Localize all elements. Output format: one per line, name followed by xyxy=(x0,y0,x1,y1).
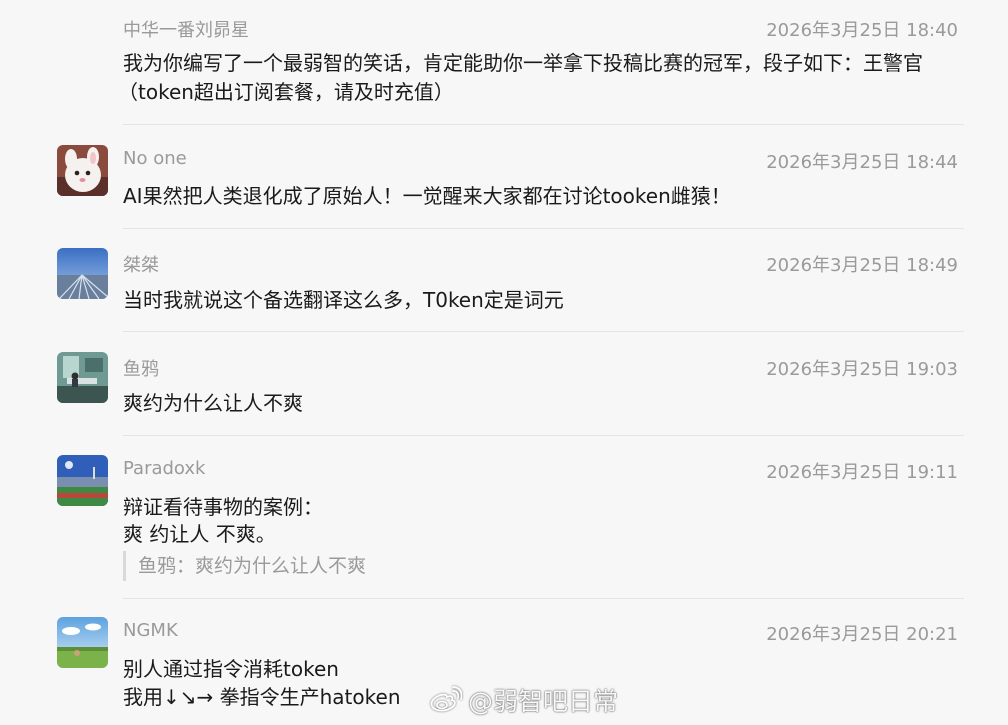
comment-text: AI果然把人类退化成了原始人！一觉醒来大家都在讨论tooken雌猿！ xyxy=(123,184,731,208)
comment-text: 爽约为什么让人不爽 xyxy=(123,391,303,415)
divider xyxy=(123,331,964,332)
avatar[interactable] xyxy=(57,352,108,403)
comment-text: 我用↓↘→ 拳指令生产hatoken xyxy=(123,685,401,709)
quoted-reply[interactable]: 鱼鸦：爽约为什么让人不爽 xyxy=(123,551,366,581)
avatar[interactable] xyxy=(57,617,108,668)
comment-text: 爽 约让人 不爽。 xyxy=(123,522,276,546)
avatar[interactable] xyxy=(57,455,108,506)
comment-text: （token超出订阅套餐，请及时充值） xyxy=(118,80,454,104)
comment-time: 2026年3月25日 18:49 xyxy=(766,255,958,276)
comment-author[interactable]: NGMK xyxy=(123,620,178,641)
comment-time: 2026年3月25日 20:21 xyxy=(766,624,958,645)
room-scene-avatar xyxy=(57,352,108,403)
meadow-avatar xyxy=(57,617,108,668)
divider xyxy=(123,228,964,229)
watermark: @弱智吧日常 xyxy=(428,683,618,717)
comment-text: 我为你编写了一个最弱智的笑话，肯定能助你一举拿下投稿比赛的冠军，段子如下：王警官 xyxy=(123,51,923,75)
road-sky-avatar xyxy=(57,248,108,299)
weibo-logo-icon xyxy=(430,686,462,712)
comment-time: 2026年3月25日 18:40 xyxy=(766,20,958,41)
comment-author[interactable]: 鱼鸦 xyxy=(123,355,159,381)
divider xyxy=(123,598,964,599)
white-rabbit-avatar xyxy=(57,145,108,196)
comment-time: 2026年3月25日 18:44 xyxy=(766,152,958,173)
avatar[interactable] xyxy=(57,145,108,196)
watermark-text: @弱智吧日常 xyxy=(468,687,619,716)
comment-text: 当时我就说这个备选翻译这么多，T0ken定是词元 xyxy=(123,288,564,312)
comment-author[interactable]: 桀桀 xyxy=(123,251,159,277)
comment-text: 别人通过指令消耗token xyxy=(123,657,339,681)
comment-time: 2026年3月25日 19:11 xyxy=(766,462,958,483)
divider xyxy=(123,124,964,125)
stadium-avatar xyxy=(57,455,108,506)
comment-author[interactable]: Paradoxk xyxy=(123,458,205,479)
avatar[interactable] xyxy=(57,248,108,299)
comment-author[interactable]: 中华一番刘昴星 xyxy=(123,16,249,42)
divider xyxy=(123,435,964,436)
comment-text: 辩证看待事物的案例： xyxy=(123,495,323,519)
comment-time: 2026年3月25日 19:03 xyxy=(766,359,958,380)
comment-author[interactable]: No one xyxy=(123,148,187,169)
